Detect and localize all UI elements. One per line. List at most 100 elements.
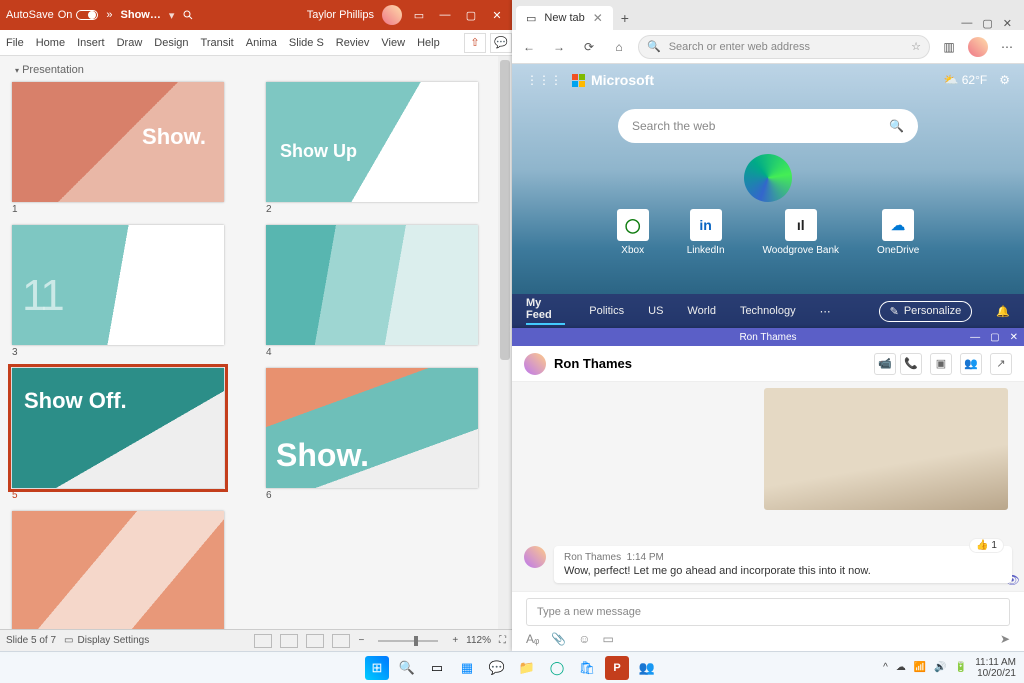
refresh-button[interactable]: ⟳ [578,36,600,58]
weather-widget[interactable]: ⛅ 62°F [943,73,987,87]
reading-view-button[interactable] [306,634,324,648]
emoji-icon[interactable]: ☺ [578,632,590,646]
ntp-search-box[interactable]: Search the web 🔍 [618,109,918,143]
slide-thumb-6[interactable]: Show.6 [266,368,500,501]
display-settings[interactable]: ▭ Display Settings [64,635,149,646]
message-bubble[interactable]: 👍 1 Ron Thames 1:14 PM Wow, perfect! Let… [554,546,1012,583]
qat-overflow[interactable]: » [106,9,112,21]
tab-file[interactable]: File [0,30,30,55]
close-button[interactable]: ✕ [1010,332,1018,343]
tab-design[interactable]: Design [148,30,194,55]
teams-icon[interactable]: 👥 [635,656,659,680]
tab-view[interactable]: View [375,30,411,55]
tab-insert[interactable]: Insert [71,30,111,55]
back-button[interactable]: ← [518,36,540,58]
forward-button[interactable]: → [548,36,570,58]
format-icon[interactable]: Aᵩ [526,632,539,646]
powerpoint-icon[interactable]: P [605,656,629,680]
browser-tab[interactable]: ▭ New tab ✕ [516,6,613,30]
home-button[interactable]: ⌂ [608,36,630,58]
quicklink-onedrive[interactable]: ☁OneDrive [877,209,919,256]
slide-thumb-2[interactable]: Show Up2 [266,82,500,215]
comments-button[interactable]: 💬 [490,33,512,53]
message-reaction[interactable]: 👍 1 [969,538,1004,553]
quicklink-xbox[interactable]: ◯Xbox [617,209,649,256]
feed-tab-world[interactable]: World [687,305,716,317]
search-icon[interactable] [182,9,194,21]
wifi-icon[interactable]: 📶 [914,662,926,673]
feed-tab-politics[interactable]: Politics [589,305,624,317]
slide-thumb-1[interactable]: Show.1 [12,82,246,215]
search-icon[interactable]: 🔍 [395,656,419,680]
tab-animations[interactable]: Anima [240,30,283,55]
widgets-icon[interactable]: ▦ [455,656,479,680]
slideshow-view-button[interactable] [332,634,350,648]
audio-call-button[interactable]: 📞 [900,353,922,375]
share-screen-button[interactable]: ▣ [930,353,952,375]
feed-more[interactable]: ⋯ [820,305,831,318]
new-tab-button[interactable]: + [613,6,637,30]
document-title[interactable]: Show… [121,9,161,21]
tab-home[interactable]: Home [30,30,71,55]
slide-thumb-5[interactable]: Show Off.5 [12,368,246,501]
slide-thumb-7[interactable]: 7 [12,511,246,629]
tab-close[interactable]: ✕ [593,11,603,25]
restore-button[interactable]: ▢ [990,332,999,343]
add-people-button[interactable]: 👥 [960,353,982,375]
tab-draw[interactable]: Draw [111,30,149,55]
normal-view-button[interactable] [254,634,272,648]
share-button[interactable]: ⇧ [464,33,486,53]
zoom-level[interactable]: 112% [466,635,491,646]
restore-button[interactable]: ▢ [462,6,480,24]
collections-icon[interactable]: ▥ [938,36,960,58]
feed-tab-us[interactable]: US [648,305,663,317]
tab-help[interactable]: Help [411,30,446,55]
popout-button[interactable]: ↗ [990,353,1012,375]
restore-button[interactable]: ▢ [982,17,992,30]
slide-thumb-4[interactable]: 4 [266,225,500,358]
close-button[interactable]: ✕ [488,6,506,24]
feed-tab-myfeed[interactable]: My Feed [526,297,565,325]
chat-icon[interactable]: 💬 [485,656,509,680]
zoom-out[interactable]: − [358,635,364,646]
profile-avatar[interactable] [968,37,988,57]
minimize-button[interactable]: — [970,332,980,343]
app-launcher-icon[interactable]: ⋮⋮⋮ [526,73,562,87]
zoom-slider[interactable] [378,640,438,642]
gif-icon[interactable]: ▭ [603,632,614,646]
notifications-icon[interactable]: 🔔 [996,305,1010,318]
tab-transitions[interactable]: Transit [195,30,240,55]
close-button[interactable]: ✕ [1003,17,1012,30]
fit-to-window[interactable]: ⛶ [499,635,506,646]
tab-review[interactable]: Reviev [330,30,376,55]
battery-icon[interactable]: 🔋 [955,662,967,673]
scrollbar[interactable] [498,56,512,629]
feed-tab-tech[interactable]: Technology [740,305,796,317]
quicklink-linkedin[interactable]: inLinkedIn [687,209,725,256]
sorter-view-button[interactable] [280,634,298,648]
edge-icon[interactable]: ◯ [545,656,569,680]
personalize-button[interactable]: ✎ Personalize [879,301,973,322]
slide-thumb-3[interactable]: 113 [12,225,246,358]
video-call-button[interactable]: 📹 [874,353,896,375]
contact-name[interactable]: Ron Thames [554,356,632,371]
store-icon[interactable]: 🛍 [575,656,599,680]
minimize-button[interactable]: — [961,17,972,30]
minimize-button[interactable]: — [436,6,454,24]
user-avatar[interactable] [382,5,402,25]
send-button[interactable]: ➤ [1000,632,1010,646]
address-bar[interactable]: 🔍 Search or enter web address ☆ [638,35,930,59]
ribbon-display-options[interactable]: ▭ [410,6,428,24]
shared-image[interactable] [764,388,1008,510]
tab-slideshow[interactable]: Slide S [283,30,330,55]
quicklink-woodgrove[interactable]: ılWoodgrove Bank [763,209,840,256]
zoom-in[interactable]: + [452,635,458,646]
menu-button[interactable]: ⋯ [996,36,1018,58]
explorer-icon[interactable]: 📁 [515,656,539,680]
task-view-icon[interactable]: ▭ [425,656,449,680]
clock[interactable]: 11:11 AM 10/20/21 [975,657,1016,679]
message-input[interactable]: Type a new message [526,598,1010,626]
volume-icon[interactable]: 🔊 [934,662,946,673]
tray-chevron-icon[interactable]: ^ [883,662,888,673]
start-button[interactable]: ⊞ [365,656,389,680]
